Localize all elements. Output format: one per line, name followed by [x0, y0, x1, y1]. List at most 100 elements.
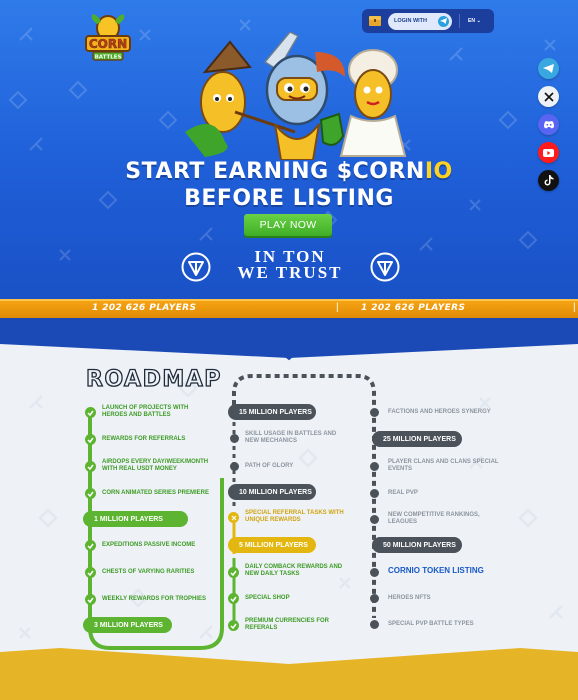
players-counter: 1 202 626 PLAYERS [361, 303, 466, 313]
ton-logo-icon [370, 252, 400, 282]
roadmap-path [0, 374, 578, 700]
ton-slogan-line2: WE TRUST [237, 263, 343, 282]
roadmap-item-token-listing: CORNIO TOKEN LISTING [388, 566, 484, 575]
players-counter-strip: 1 202 626 PLAYERS | 1 202 626 PLAYERS | [0, 299, 578, 318]
language-value: EN [468, 18, 475, 24]
milestone-done-icon [85, 567, 96, 578]
milestone-pending-icon [370, 568, 379, 577]
roadmap-item: SKILL USAGE IN BATTLES AND NEW MECHANICS [245, 431, 336, 445]
telegram-icon [438, 15, 449, 27]
roadmap-item-text: AIRDOPS EVERY DAY/WEEK/MONTH [102, 459, 209, 465]
play-now-button[interactable]: PLAY NOW [244, 214, 332, 236]
hero-title: START EARNING $CORNIO BEFORE LISTING [0, 158, 578, 212]
roadmap-item: NEW COMPETITIVE RANKINGS, LEAGUES [388, 512, 480, 526]
roadmap-item-text: SKILL USAGE IN BATTLES AND [245, 431, 337, 437]
roadmap-item-text: WITH REAL USDT MONEY [102, 466, 177, 473]
milestone-pill: 25 MILLION PLAYERS [372, 431, 462, 447]
ton-slogan: IN TON WE TRUST [215, 248, 365, 282]
milestone-pill: 50 MILLION PLAYERS [372, 537, 462, 553]
roadmap-item: AIRDOPS EVERY DAY/WEEK/MONTH WITH REAL U… [102, 459, 208, 473]
svg-text:CORN: CORN [89, 37, 127, 51]
roadmap-item-text: PLAYER CLANS AND CLANS SPECIAL [388, 459, 499, 465]
x-icon [543, 91, 554, 102]
roadmap-item-text: NEW DAILY TASKS [245, 571, 300, 578]
corn-battles-logo[interactable]: CORN BATTLES [82, 14, 134, 66]
roadmap-item-text: SPECIAL REFERRAL TASKS WITH [245, 510, 344, 516]
roadmap-item-text: EVENTS [388, 466, 413, 473]
discord-icon [543, 121, 554, 129]
youtube-icon [543, 148, 554, 157]
roadmap-item: HEROES NFTS [388, 595, 431, 601]
roadmap-item-text: NEW COMPETITIVE RANKINGS, [388, 512, 480, 518]
roadmap-item-text: HEROES AND BATTLES [102, 412, 171, 419]
roadmap-section: ROADMAP LAUNCH OF PROJECTS WITH HEROES A… [0, 318, 578, 700]
roadmap-item: CORN ANIMATED SERIES PREMIERE [102, 490, 210, 496]
roadmap-item: DAILY COMBACK REWARDS AND NEW DAILY TASK… [245, 564, 342, 578]
milestone-pending-icon [230, 434, 239, 443]
milestone-done-icon [85, 434, 96, 445]
milestone-done-icon [85, 540, 96, 551]
language-select[interactable]: EN ⌄ [468, 18, 481, 24]
roadmap-item: SPECIAL SHOP [245, 595, 290, 601]
roadmap-item-text: LAUNCH OF PROJECTS WITH [102, 405, 189, 411]
milestone-pill: 15 MILLION PLAYERS [228, 404, 316, 420]
milestone-pending-icon [370, 515, 379, 524]
svg-text:BATTLES: BATTLES [95, 55, 122, 61]
roadmap-item: SPECIAL REFERRAL TASKS WITH UNIQUE REWAR… [245, 510, 344, 524]
login-bar: LOGIN WITH EN ⌄ [362, 9, 494, 33]
roadmap-item: PREMIUM CURRENCIES FOR REFERALS [245, 618, 329, 632]
strip-divider: | [573, 302, 576, 313]
login-telegram-button[interactable]: LOGIN WITH [388, 12, 452, 30]
roadmap-item: CHESTS OF VARYING RARITIES [102, 569, 195, 575]
milestone-done-icon [85, 594, 96, 605]
milestone-pending-icon [370, 594, 379, 603]
hero-section: CORN BATTLES LOGIN WITH EN ⌄ START EARNI… [0, 0, 578, 300]
roadmap-item: EXPEDITIONS PASSIVE INCOME [102, 542, 196, 548]
login-label: LOGIN WITH [394, 18, 427, 24]
hero-title-line2: BEFORE LISTING [184, 186, 394, 211]
corn-heroes-illustration [185, 32, 407, 160]
x-social-button[interactable] [538, 86, 559, 107]
milestone-pending-icon [230, 462, 239, 471]
roadmap-item: REWARDS FOR REFERRALS [102, 436, 186, 442]
milestone-done-icon [85, 488, 96, 499]
milestone-done-icon [228, 620, 239, 631]
chevron-down-icon: ⌄ [476, 18, 481, 24]
roadmap-item: SPECIAL PVP BATTLE TYPES [388, 621, 474, 627]
roadmap-item: FACTIONS AND HEROES SYNERGY [388, 409, 491, 415]
strip-divider: | [336, 302, 339, 313]
roadmap-item-text: REFERALS [245, 625, 278, 632]
roadmap-item-text: DAILY COMBACK REWARDS AND [245, 564, 343, 570]
telegram-social-button[interactable] [538, 58, 559, 79]
login-divider [459, 14, 460, 28]
milestone-current-icon [228, 512, 239, 523]
milestone-pending-icon [370, 620, 379, 629]
milestone-pending-icon [370, 408, 379, 417]
milestone-pill: 3 MILLION PLAYERS [83, 617, 172, 633]
milestone-pill: 10 MILLION PLAYERS [228, 484, 316, 500]
milestone-done-icon [228, 567, 239, 578]
roadmap-item: REAL PVP [388, 490, 418, 496]
milestone-pill: 1 MILLION PLAYERS [83, 511, 188, 527]
roadmap-item-text: PREMIUM CURRENCIES FOR [245, 618, 330, 624]
roadmap-item-text: NEW MECHANICS [245, 438, 297, 445]
milestone-pill: 5 MILLION PLAYERS [228, 537, 316, 553]
chest-icon[interactable] [362, 9, 388, 33]
milestone-done-icon [85, 407, 96, 418]
discord-social-button[interactable] [538, 114, 559, 135]
telegram-icon [543, 64, 554, 73]
milestone-done-icon [85, 461, 96, 472]
roadmap-item-text: UNIQUE REWARDS [245, 517, 301, 524]
players-counter: 1 202 626 PLAYERS [92, 303, 197, 313]
hero-title-line1: START EARNING $CORN [125, 159, 425, 184]
roadmap-item: PATH OF GLORY [245, 463, 294, 469]
ton-logo-icon [181, 252, 211, 282]
milestone-pending-icon [370, 462, 379, 471]
roadmap-item: PLAYER CLANS AND CLANS SPECIAL EVENTS [388, 459, 499, 473]
roadmap-item: LAUNCH OF PROJECTS WITH HEROES AND BATTL… [102, 405, 188, 419]
roadmap-item-text: LEAGUES [388, 519, 418, 526]
roadmap-item: WEEKLY REWARDS FOR TROPHIES [102, 596, 207, 602]
milestone-done-icon [228, 593, 239, 604]
hero-title-accent: IO [424, 159, 453, 184]
milestone-pending-icon [370, 489, 379, 498]
